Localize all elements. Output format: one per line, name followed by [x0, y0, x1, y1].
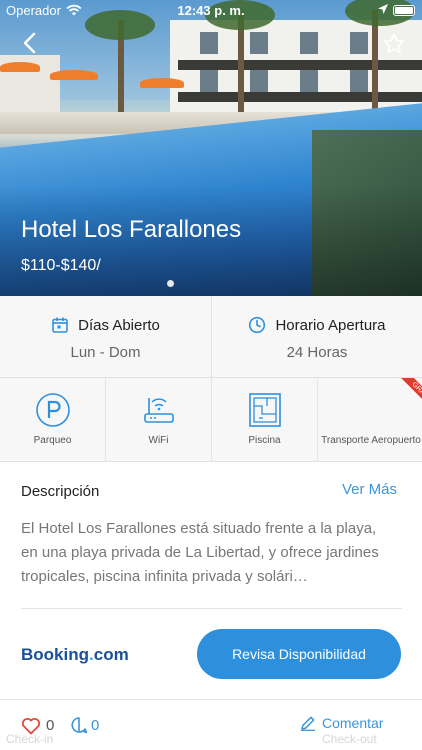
amenity-pool[interactable]: Piscina [212, 378, 318, 461]
battery-icon [393, 5, 415, 16]
amenity-label: Parqueo [33, 435, 72, 446]
calendar-icon [52, 317, 68, 333]
comments-count: 0 [91, 717, 100, 734]
hotel-name: Hotel Los Farallones [21, 216, 242, 243]
ghost-label: Check-out [322, 732, 377, 746]
free-badge-label: GRATIS [394, 378, 422, 421]
days-open-label: Días Abierto [78, 316, 160, 334]
amenities-bar: Parqueo WiFi Piscina Transporte Aeropuer… [0, 378, 422, 462]
pencil-icon [301, 716, 315, 731]
days-open-value: Lun - Dom [70, 344, 141, 361]
days-open: Días Abierto Lun - Dom [0, 296, 211, 378]
description-text: El Hotel Los Farallones está situado fre… [21, 520, 379, 585]
amenity-parking[interactable]: Parqueo [0, 378, 106, 461]
description-title: Descripción [21, 483, 100, 500]
hours-info: Días Abierto Lun - Dom Horario Apertura … [0, 296, 422, 378]
divider [21, 608, 402, 609]
opening-hours: Horario Apertura 24 Horas [211, 296, 422, 378]
pool-icon [248, 393, 281, 427]
heart-icon[interactable] [21, 716, 41, 736]
clock-icon [249, 316, 266, 334]
amenity-wifi[interactable]: WiFi [106, 378, 212, 461]
status-time: 12:43 p. m. [177, 3, 245, 18]
amenity-label: WiFi [148, 435, 169, 446]
free-badge: GRATIS [381, 378, 422, 438]
wifi-router-icon [143, 398, 174, 423]
location-arrow-icon [378, 4, 388, 14]
opening-hours-value: 24 Horas [286, 344, 348, 361]
opening-hours-label: Horario Apertura [275, 316, 386, 334]
booking-logo[interactable]: Booking.com [21, 645, 129, 665]
see-more-link[interactable]: Ver Más [342, 481, 397, 498]
comment-button[interactable]: Comentar [300, 715, 383, 731]
likes-count: 0 [46, 717, 55, 734]
check-availability-button[interactable]: Revisa Disponibilidad [197, 629, 401, 679]
hotel-price: $110-$140/ [21, 257, 101, 274]
bottom-bar: Check-in Check-out 0 0 Comentar [0, 699, 422, 750]
comment-bubble-icon[interactable] [70, 716, 88, 734]
hero-image: Operador 12:43 p. m. Hotel Los Farallone… [0, 0, 422, 296]
status-bar: Operador 12:43 p. m. [0, 0, 422, 22]
comment-button-label: Comentar [322, 715, 384, 731]
star-icon[interactable] [382, 32, 406, 56]
parking-icon [35, 393, 70, 427]
amenity-label: Piscina [248, 435, 281, 446]
back-chevron-icon[interactable] [18, 30, 44, 56]
page-indicator-dot[interactable] [167, 280, 174, 287]
